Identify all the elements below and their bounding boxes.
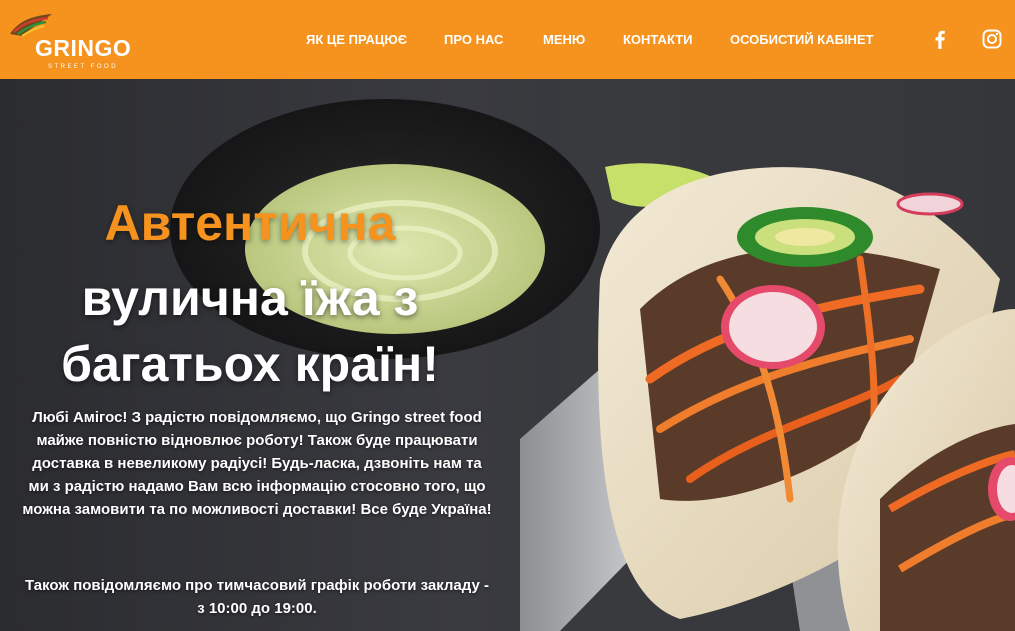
facebook-icon[interactable] [929, 28, 951, 50]
hero-section: Автентична вулична їжа з багатьох країн!… [0, 79, 1015, 631]
nav-how-it-works[interactable]: ЯК ЦЕ ПРАЦЮЄ [306, 32, 407, 47]
hero-title-line-3: багатьох країн! [61, 336, 439, 392]
nav-menu[interactable]: МЕНЮ [543, 32, 585, 47]
hero-schedule: Також повідомляємо про тимчасовий графік… [24, 577, 489, 617]
nav-contacts[interactable]: КОНТАКТИ [623, 32, 693, 47]
hero-announcement: Любі Амігос! З радістю повідомляємо, що … [22, 409, 492, 518]
hero-title-line-2: вулична їжа з [81, 270, 419, 326]
brand-tagline: STREET FOOD [48, 64, 119, 70]
logo[interactable]: GRINGO STREET FOOD [8, 8, 148, 70]
nav-about[interactable]: ПРО НАС [444, 32, 503, 47]
hero-title-line-1: Автентична [104, 195, 396, 251]
site-header: GRINGO STREET FOOD ЯК ЦЕ ПРАЦЮЄ ПРО НАС … [0, 0, 1015, 79]
nav-account[interactable]: ОСОБИСТИЙ КАБІНЕТ [730, 32, 874, 47]
brand-name: GRINGO [35, 35, 132, 61]
instagram-icon[interactable] [981, 28, 1003, 50]
